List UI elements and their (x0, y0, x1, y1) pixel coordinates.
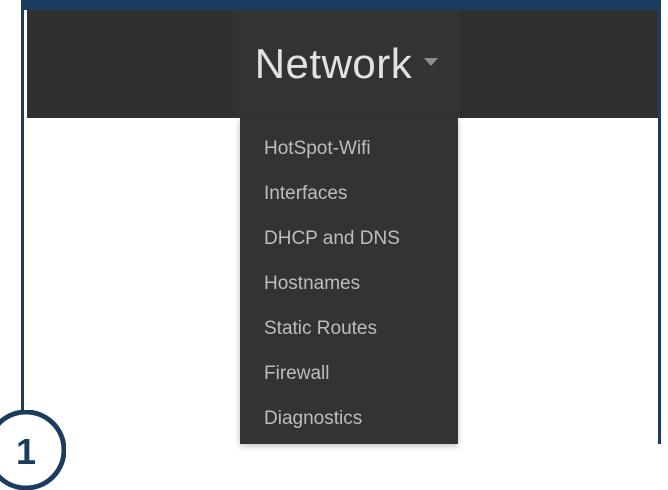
dropdown-item-firewall[interactable]: Firewall (240, 351, 458, 396)
step-number-badge: 1 (0, 410, 66, 490)
dropdown-item-diagnostics[interactable]: Diagnostics (240, 396, 458, 441)
dropdown-item-hostnames[interactable]: Hostnames (240, 261, 458, 306)
caret-down-icon (424, 58, 439, 66)
frame-border-left (0, 0, 24, 444)
network-dropdown-menu: HotSpot-Wifi Interfaces DHCP and DNS Hos… (240, 118, 458, 444)
step-badge-number: 1 (16, 431, 36, 472)
frame-border-right (658, 0, 668, 444)
top-navbar: Network (27, 10, 658, 118)
dropdown-item-hotspot-wifi[interactable]: HotSpot-Wifi (240, 126, 458, 171)
dropdown-item-interfaces[interactable]: Interfaces (240, 171, 458, 216)
dropdown-item-dhcp-and-dns[interactable]: DHCP and DNS (240, 216, 458, 261)
nav-menu-network[interactable]: Network (233, 10, 460, 118)
frame-border-top (24, 0, 658, 10)
dropdown-item-static-routes[interactable]: Static Routes (240, 306, 458, 351)
nav-menu-label: Network (254, 40, 413, 87)
screenshot-frame: Network HotSpot-Wifi Interfaces DHCP and… (0, 0, 668, 490)
